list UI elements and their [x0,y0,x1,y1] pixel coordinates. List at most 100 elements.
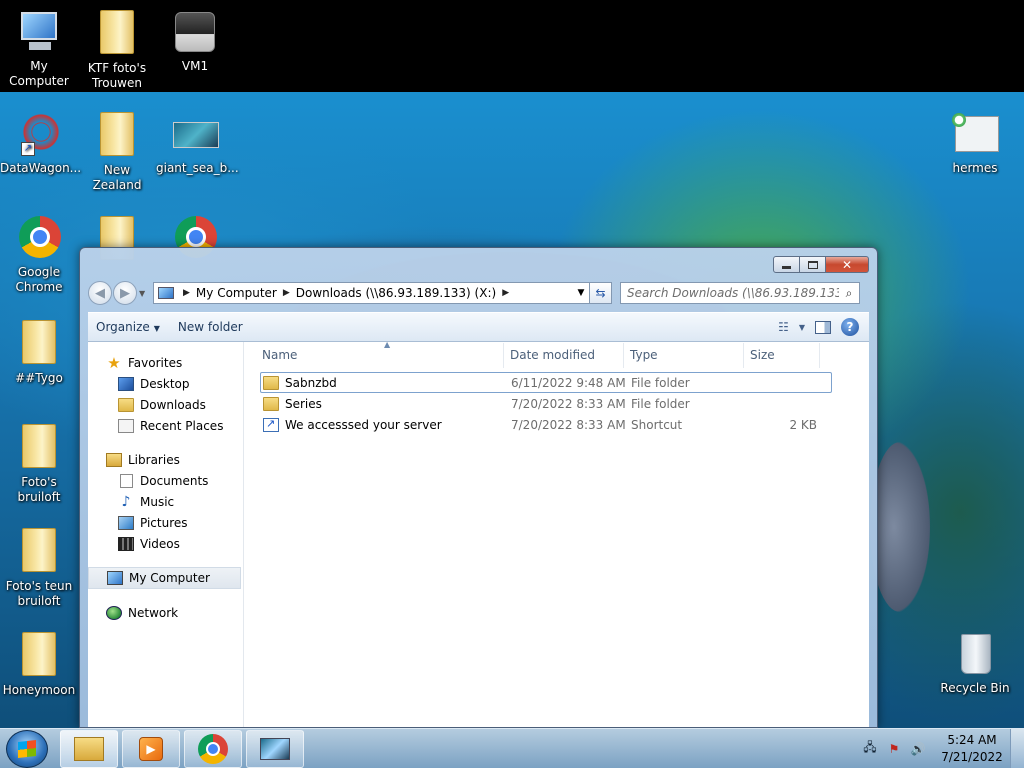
maximize-icon [807,260,818,269]
maximize-button[interactable] [800,256,826,273]
file-rows: Sabnzbd 6/11/2022 9:48 AM File folder Se… [244,372,869,435]
volume-icon[interactable]: 🔊 [910,741,926,757]
libraries-icon [106,452,122,467]
breadcrumb-downloads[interactable]: Downloads (\\86.93.189.133) (X:) [296,286,496,300]
desktop-icon-honeymoon[interactable]: Honeymoon [0,630,78,698]
show-desktop-button[interactable] [1010,728,1024,768]
folder-icon [15,424,63,472]
desktop-icon-fotos-teun-bruiloft[interactable]: Foto's teun bruiloft [0,526,78,609]
close-button[interactable]: ✕ [826,256,869,273]
change-view-icon[interactable]: ☷ [778,320,789,334]
minimize-button[interactable] [773,256,800,273]
search-input[interactable]: Search Downloads (\\86.93.189.133) (X:) … [620,282,860,304]
action-center-flag-icon[interactable]: ⚑ [886,741,902,757]
desktop-icon-fotos-bruiloft[interactable]: Foto's bruiloft [0,422,78,505]
recent-pages-dropdown[interactable]: ▼ [139,289,149,298]
computer-icon [15,8,63,56]
nav-label: Videos [140,536,180,551]
file-row[interactable]: We accesssed your server 7/20/2022 8:33 … [260,414,832,435]
star-icon: ★ [107,353,121,372]
nav-downloads[interactable]: Downloads [88,394,243,415]
desktop-icon-tygo[interactable]: ##Tygo [0,318,78,386]
nav-label: Downloads [140,397,206,412]
search-icon[interactable]: ⌕ [839,286,859,301]
back-button[interactable]: ◀ [88,281,112,305]
shortcut-icon [263,417,279,432]
preview-pane-icon[interactable] [815,320,831,334]
navigation-pane: ★ Favorites Desktop Downloads Recent Plac… [88,342,244,727]
taskbar-app-media-player[interactable]: ▶ [122,729,180,768]
desktop-icon-hermes[interactable]: hermes [936,110,1014,176]
nav-recent-places[interactable]: Recent Places [88,415,243,436]
view-options-dropdown-icon[interactable]: ▼ [799,323,805,332]
nav-libraries[interactable]: Libraries [88,449,243,470]
recent-places-icon [118,418,134,433]
desktop-icon-vm1[interactable]: VM1 [156,8,234,74]
column-header-date[interactable]: Date modified [504,343,624,368]
organize-button[interactable]: Organize ▼ [88,320,170,334]
desktop-icon-label: Honeymoon [2,683,76,697]
desktop-icon-datawagon[interactable]: ↗ DataWagon... [0,110,81,176]
desktop-icon-new-zealand[interactable]: New Zealand [78,110,156,193]
column-header-type[interactable]: Type [624,343,744,368]
explorer-window: ✕ ◀ ▶ ▼ ▶ My Computer ▶ Downloads (\\86.… [79,247,878,728]
taskbar-app-explorer[interactable] [60,729,118,768]
desktop-icon-giant-sea[interactable]: giant_sea_b... [156,110,239,176]
file-name: Sabnzbd [285,375,337,390]
desktop-icon-label: VM1 [181,59,209,73]
breadcrumb-my-computer[interactable]: My Computer [196,286,277,300]
chevron-down-icon: ▼ [153,324,160,333]
address-dropdown-icon[interactable]: ▼ [573,288,589,298]
network-icon [106,605,122,620]
column-header-name[interactable]: Name [244,343,504,368]
breadcrumb-chevron-icon[interactable]: ▶ [502,288,509,298]
forward-button[interactable]: ▶ [113,281,137,305]
desktop-icon-label: giant_sea_b... [156,161,239,175]
nav-favorites[interactable]: ★ Favorites [88,352,243,373]
explorer-body: ★ Favorites Desktop Downloads Recent Plac… [88,340,869,727]
help-icon[interactable]: ? [841,318,859,336]
computer-icon [107,571,123,585]
address-bar[interactable]: ▶ My Computer ▶ Downloads (\\86.93.189.1… [153,282,590,304]
start-button[interactable] [6,729,48,768]
new-folder-button[interactable]: New folder [170,320,253,334]
file-row[interactable]: Sabnzbd 6/11/2022 9:48 AM File folder [260,372,832,393]
desktop-icon-google-chrome[interactable]: Google Chrome [0,214,78,295]
downloads-folder-icon [118,397,134,412]
network-tray-icon[interactable]: 🖧 [862,740,878,757]
nav-documents[interactable]: Documents [88,470,243,491]
command-bar: Organize ▼ New folder ☷ ▼ ? [88,312,869,342]
nav-pictures[interactable]: Pictures [88,512,243,533]
window-caption-buttons: ✕ [773,256,869,273]
breadcrumb-chevron-icon[interactable]: ▶ [283,288,290,298]
desktop-icon-recycle-bin[interactable]: Recycle Bin [936,630,1014,696]
breadcrumb-chevron-icon[interactable]: ▶ [183,288,190,298]
folder-icon [263,396,279,411]
nav-label: Favorites [128,355,183,370]
desktop-icon-label: My Computer [9,59,69,88]
nav-desktop[interactable]: Desktop [88,373,243,394]
nav-videos[interactable]: Videos [88,533,243,554]
nav-label: Documents [140,473,209,488]
nav-my-computer[interactable]: My Computer [88,567,241,589]
computer-icon [158,287,174,299]
clock[interactable]: 5:24 AM 7/21/2022 [934,732,1010,766]
column-header-size[interactable]: Size [744,343,820,368]
desktop-icon-ktf-fotos[interactable]: KTF foto's Trouwen [78,8,156,91]
file-row[interactable]: Series 7/20/2022 8:33 AM File folder [260,393,832,414]
videos-icon [118,536,134,551]
wallpaper-fish [870,442,930,612]
nav-network[interactable]: Network [88,602,243,623]
nav-label: My Computer [129,571,210,585]
file-type: Shortcut [631,417,683,432]
folder-icon [93,10,141,58]
nav-music[interactable]: ♪ Music [88,491,243,512]
music-icon: ♪ [121,493,131,510]
desktop-icon-label: ##Tygo [15,371,63,385]
refresh-button[interactable]: ⇆ [590,282,612,304]
taskbar-app-image-viewer[interactable] [246,729,304,768]
taskbar-app-chrome[interactable] [184,729,242,768]
folder-icon [15,528,63,576]
search-placeholder: Search Downloads (\\86.93.189.133) (X:) [627,286,839,300]
desktop-icon-my-computer[interactable]: My Computer [0,8,78,89]
